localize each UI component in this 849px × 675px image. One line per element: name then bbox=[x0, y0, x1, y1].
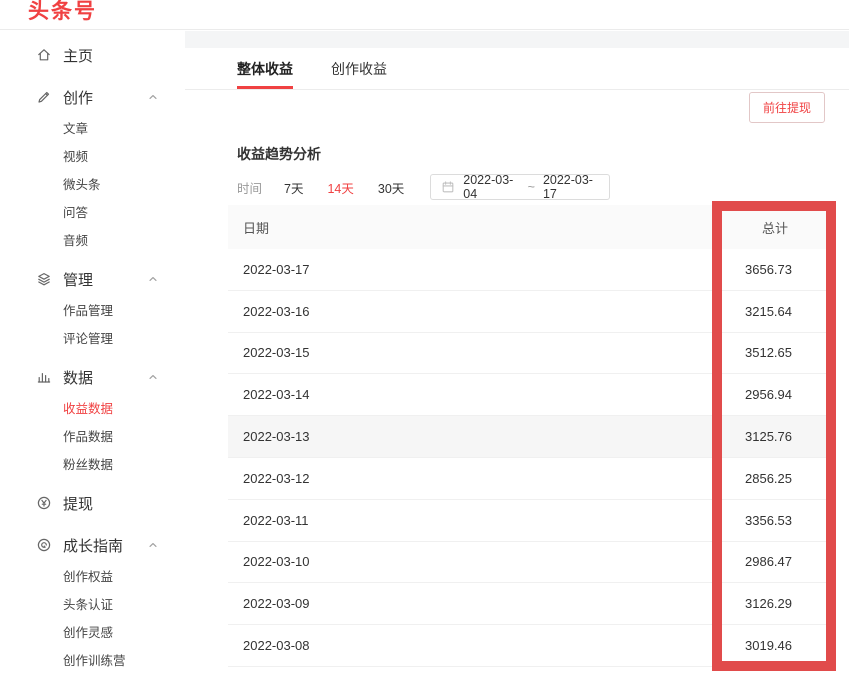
sidebar-item-article[interactable]: 文章 bbox=[0, 115, 185, 143]
date-cell: 2022-03-17 bbox=[228, 262, 745, 277]
sidebar-item-works-manage[interactable]: 作品管理 bbox=[0, 297, 185, 325]
date-end-value: 2022-03-17 bbox=[543, 173, 599, 201]
table-row: 2022-03-173656.73 bbox=[228, 249, 830, 291]
date-cell: 2022-03-14 bbox=[228, 387, 745, 402]
table-row: 2022-03-142956.94 bbox=[228, 374, 830, 416]
home-icon bbox=[36, 47, 52, 63]
time-filter-label: 时间 bbox=[237, 178, 262, 197]
sidebar-item-data[interactable]: 数据 bbox=[0, 359, 185, 395]
withdraw-button[interactable]: 前往提现 bbox=[749, 92, 825, 123]
sidebar-item-label: 主页 bbox=[63, 45, 159, 66]
table-row: 2022-03-093126.29 bbox=[228, 583, 830, 625]
date-cell: 2022-03-15 bbox=[228, 345, 745, 360]
sidebar-item-home[interactable]: 主页 bbox=[0, 37, 185, 73]
sidebar-item-manage[interactable]: 管理 bbox=[0, 261, 185, 297]
time-range-14d[interactable]: 14天 bbox=[327, 178, 353, 197]
chevron-up-icon[interactable] bbox=[147, 273, 159, 285]
date-separator: ~ bbox=[528, 180, 535, 194]
sidebar-item-video[interactable]: 视频 bbox=[0, 143, 185, 171]
time-range-options: 7天 14天 30天 bbox=[284, 178, 404, 197]
table-row: 2022-03-133125.76 bbox=[228, 416, 830, 458]
sidebar-item-creation-inspiration[interactable]: 创作灵感 bbox=[0, 619, 185, 647]
sidebar-item-comment-manage[interactable]: 评论管理 bbox=[0, 325, 185, 353]
content-card: 整体收益创作收益 前往提现 收益趋势分析 时间 7天 14天 30天 2022-03… bbox=[185, 48, 849, 675]
sidebar-item-creation[interactable]: 创作 bbox=[0, 79, 185, 115]
layers-icon bbox=[36, 271, 52, 287]
table-row: 2022-03-122856.25 bbox=[228, 458, 830, 500]
sidebar-item-withdraw[interactable]: 提现 bbox=[0, 485, 185, 521]
sidebar-item-creation-camp[interactable]: 创作训练营 bbox=[0, 647, 185, 675]
sidebar-item-label: 成长指南 bbox=[63, 535, 147, 556]
column-header-date: 日期 bbox=[228, 218, 762, 237]
tab-bar: 整体收益创作收益 bbox=[185, 48, 849, 90]
time-range-30d[interactable]: 30天 bbox=[378, 178, 404, 197]
sidebar-item-growth-guide[interactable]: 成长指南 bbox=[0, 527, 185, 563]
chevron-up-icon[interactable] bbox=[147, 371, 159, 383]
topbar: 头条号 bbox=[0, 0, 849, 30]
date-cell: 2022-03-13 bbox=[228, 429, 745, 444]
sidebar-item-toutiao-verification[interactable]: 头条认证 bbox=[0, 591, 185, 619]
sidebar-item-label: 提现 bbox=[63, 493, 159, 514]
table-row: 2022-03-083019.46 bbox=[228, 625, 830, 667]
table-row: 2022-03-163215.64 bbox=[228, 291, 830, 333]
filter-row: 时间 7天 14天 30天 2022-03-04 ~ 2022-03-17 bbox=[237, 174, 849, 200]
total-cell: 2856.25 bbox=[745, 471, 830, 486]
sidebar-item-creation-rights[interactable]: 创作权益 bbox=[0, 563, 185, 591]
calendar-icon bbox=[441, 180, 455, 194]
total-cell: 2986.47 bbox=[745, 554, 830, 569]
table-row: 2022-03-153512.65 bbox=[228, 333, 830, 375]
total-cell: 3656.73 bbox=[745, 262, 830, 277]
total-cell: 3125.76 bbox=[745, 429, 830, 444]
bar-chart-icon bbox=[36, 369, 52, 385]
table-row: 2022-03-102986.47 bbox=[228, 542, 830, 584]
date-cell: 2022-03-11 bbox=[228, 513, 745, 528]
total-cell: 3356.53 bbox=[745, 513, 830, 528]
sidebar-item-fans-data[interactable]: 粉丝数据 bbox=[0, 451, 185, 479]
total-cell: 3126.29 bbox=[745, 596, 830, 611]
sidebar-item-qa[interactable]: 问答 bbox=[0, 199, 185, 227]
sidebar-item-revenue-data[interactable]: 收益数据 bbox=[0, 395, 185, 423]
toutiao-logo: 头条号 bbox=[28, 0, 97, 25]
total-cell: 3215.64 bbox=[745, 304, 830, 319]
total-cell: 2956.94 bbox=[745, 387, 830, 402]
tab-creation-revenue[interactable]: 创作收益 bbox=[331, 48, 387, 89]
withdraw-icon bbox=[36, 495, 52, 511]
total-cell: 3019.46 bbox=[745, 638, 830, 653]
date-cell: 2022-03-08 bbox=[228, 638, 745, 653]
total-cell: 3512.65 bbox=[745, 345, 830, 360]
date-start-value: 2022-03-04 bbox=[463, 173, 519, 201]
pencil-icon bbox=[36, 89, 52, 105]
sidebar-item-audio[interactable]: 音频 bbox=[0, 227, 185, 255]
chevron-up-icon[interactable] bbox=[147, 539, 159, 551]
time-range-7d[interactable]: 7天 bbox=[284, 178, 303, 197]
column-header-total: 总计 bbox=[762, 218, 830, 237]
section-title: 收益趋势分析 bbox=[237, 147, 849, 161]
table-header-row: 日期 总计 bbox=[228, 205, 830, 249]
sidebar-item-label: 创作 bbox=[63, 87, 147, 108]
main-content: 整体收益创作收益 前往提现 收益趋势分析 时间 7天 14天 30天 2022-03… bbox=[185, 31, 849, 675]
chevron-up-icon[interactable] bbox=[147, 91, 159, 103]
sidebar-item-weitoutiao[interactable]: 微头条 bbox=[0, 171, 185, 199]
date-range-picker[interactable]: 2022-03-04 ~ 2022-03-17 bbox=[430, 174, 610, 200]
date-cell: 2022-03-16 bbox=[228, 304, 745, 319]
table-body: 2022-03-173656.732022-03-163215.642022-0… bbox=[228, 249, 830, 667]
growth-icon bbox=[36, 537, 52, 553]
sidebar-item-works-data[interactable]: 作品数据 bbox=[0, 423, 185, 451]
tab-overall-revenue[interactable]: 整体收益 bbox=[237, 48, 293, 89]
sidebar-item-label: 管理 bbox=[63, 269, 147, 290]
date-cell: 2022-03-10 bbox=[228, 554, 745, 569]
date-cell: 2022-03-09 bbox=[228, 596, 745, 611]
sidebar-item-label: 数据 bbox=[63, 367, 147, 388]
table-row: 2022-03-113356.53 bbox=[228, 500, 830, 542]
date-cell: 2022-03-12 bbox=[228, 471, 745, 486]
revenue-table: 日期 总计 2022-03-173656.732022-03-163215.64… bbox=[228, 205, 830, 667]
sidebar-nav: 主页创作文章视频微头条问答音频管理作品管理评论管理数据收益数据作品数据粉丝数据提… bbox=[0, 31, 185, 675]
